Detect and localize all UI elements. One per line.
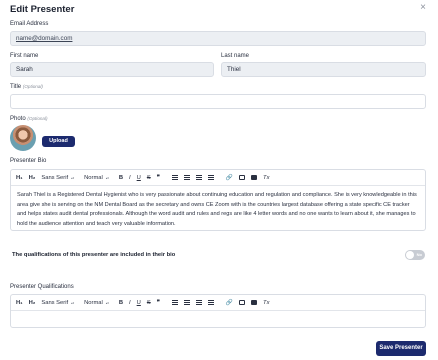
- strike-button[interactable]: S: [147, 175, 151, 181]
- first-name-field[interactable]: Sarah: [10, 62, 214, 77]
- clear-format-icon[interactable]: Tx: [263, 175, 269, 181]
- image-icon[interactable]: [239, 300, 246, 305]
- toggle-knob: [406, 251, 414, 259]
- title-label-text: Title: [10, 84, 22, 90]
- indent-icon[interactable]: [207, 300, 214, 305]
- qualifications-toggle-label: The qualifications of this presenter are…: [12, 252, 176, 258]
- dialog-title: Edit Presenter: [10, 4, 75, 15]
- size-select[interactable]: Normal: [84, 175, 109, 181]
- bold-button[interactable]: B: [119, 175, 123, 181]
- video-icon[interactable]: [251, 300, 258, 305]
- qualifications-text[interactable]: [11, 311, 425, 321]
- photo-optional-hint: (Optional): [27, 116, 48, 121]
- first-name-label: First name: [10, 53, 39, 59]
- last-name-value: Thiel: [227, 66, 241, 73]
- first-name-value: Sarah: [16, 66, 33, 73]
- bullet-list-icon[interactable]: [183, 300, 190, 305]
- avatar: [10, 125, 36, 151]
- italic-button[interactable]: I: [129, 175, 131, 181]
- heading1-button[interactable]: H₁: [16, 300, 23, 306]
- underline-button[interactable]: U: [137, 175, 141, 181]
- last-name-label: Last name: [221, 53, 250, 59]
- photo-label: Photo (Optional): [10, 116, 48, 122]
- bold-button[interactable]: B: [119, 300, 123, 306]
- title-optional-hint: (Optional): [22, 84, 43, 89]
- video-icon[interactable]: [251, 175, 258, 180]
- blockquote-button[interactable]: ❞: [157, 300, 160, 306]
- bio-label: Presenter Bio: [10, 158, 47, 164]
- image-icon[interactable]: [239, 175, 246, 180]
- bio-text[interactable]: Sarah Thiel is a Registered Dental Hygie…: [11, 186, 425, 234]
- outdent-icon[interactable]: [195, 175, 202, 180]
- email-label: Email Address: [10, 21, 49, 27]
- heading1-button[interactable]: H₁: [16, 175, 23, 181]
- ordered-list-icon[interactable]: [171, 300, 178, 305]
- last-name-field[interactable]: Thiel: [221, 62, 426, 77]
- email-value: name@domain.com: [16, 35, 73, 42]
- ordered-list-icon[interactable]: [171, 175, 178, 180]
- clear-format-icon[interactable]: Tx: [263, 300, 269, 306]
- email-field[interactable]: name@domain.com: [10, 31, 426, 46]
- outdent-icon[interactable]: [195, 300, 202, 305]
- link-icon[interactable]: 🔗: [226, 300, 233, 306]
- upload-button[interactable]: Upload: [42, 136, 75, 147]
- title-field[interactable]: [10, 94, 426, 109]
- indent-icon[interactable]: [207, 175, 214, 180]
- bio-toolbar: H₁ H₂ Sans Serif Normal B I U S ❞ 🔗 Tx: [11, 170, 425, 186]
- title-label: Title (Optional): [10, 84, 43, 90]
- photo-label-text: Photo: [10, 116, 26, 122]
- font-select[interactable]: Sans Serif: [41, 175, 74, 181]
- qualifications-editor[interactable]: H₁ H₂ Sans Serif Normal B I U S ❞ 🔗 Tx: [10, 294, 426, 328]
- heading2-button[interactable]: H₂: [29, 300, 36, 306]
- close-icon[interactable]: ×: [420, 3, 426, 13]
- underline-button[interactable]: U: [137, 300, 141, 306]
- bio-editor[interactable]: H₁ H₂ Sans Serif Normal B I U S ❞ 🔗 Tx S…: [10, 169, 426, 231]
- bullet-list-icon[interactable]: [183, 175, 190, 180]
- link-icon[interactable]: 🔗: [226, 175, 233, 181]
- strike-button[interactable]: S: [147, 300, 151, 306]
- save-presenter-button[interactable]: Save Presenter: [376, 341, 426, 356]
- qualifications-toolbar: H₁ H₂ Sans Serif Normal B I U S ❞ 🔗 Tx: [11, 295, 425, 311]
- toggle-state: No: [416, 252, 422, 257]
- blockquote-button[interactable]: ❞: [157, 175, 160, 181]
- heading2-button[interactable]: H₂: [29, 175, 36, 181]
- qualifications-toggle[interactable]: No: [405, 250, 425, 260]
- size-select[interactable]: Normal: [84, 300, 109, 306]
- font-select[interactable]: Sans Serif: [41, 300, 74, 306]
- qualifications-label: Presenter Qualifications: [10, 284, 74, 290]
- italic-button[interactable]: I: [129, 300, 131, 306]
